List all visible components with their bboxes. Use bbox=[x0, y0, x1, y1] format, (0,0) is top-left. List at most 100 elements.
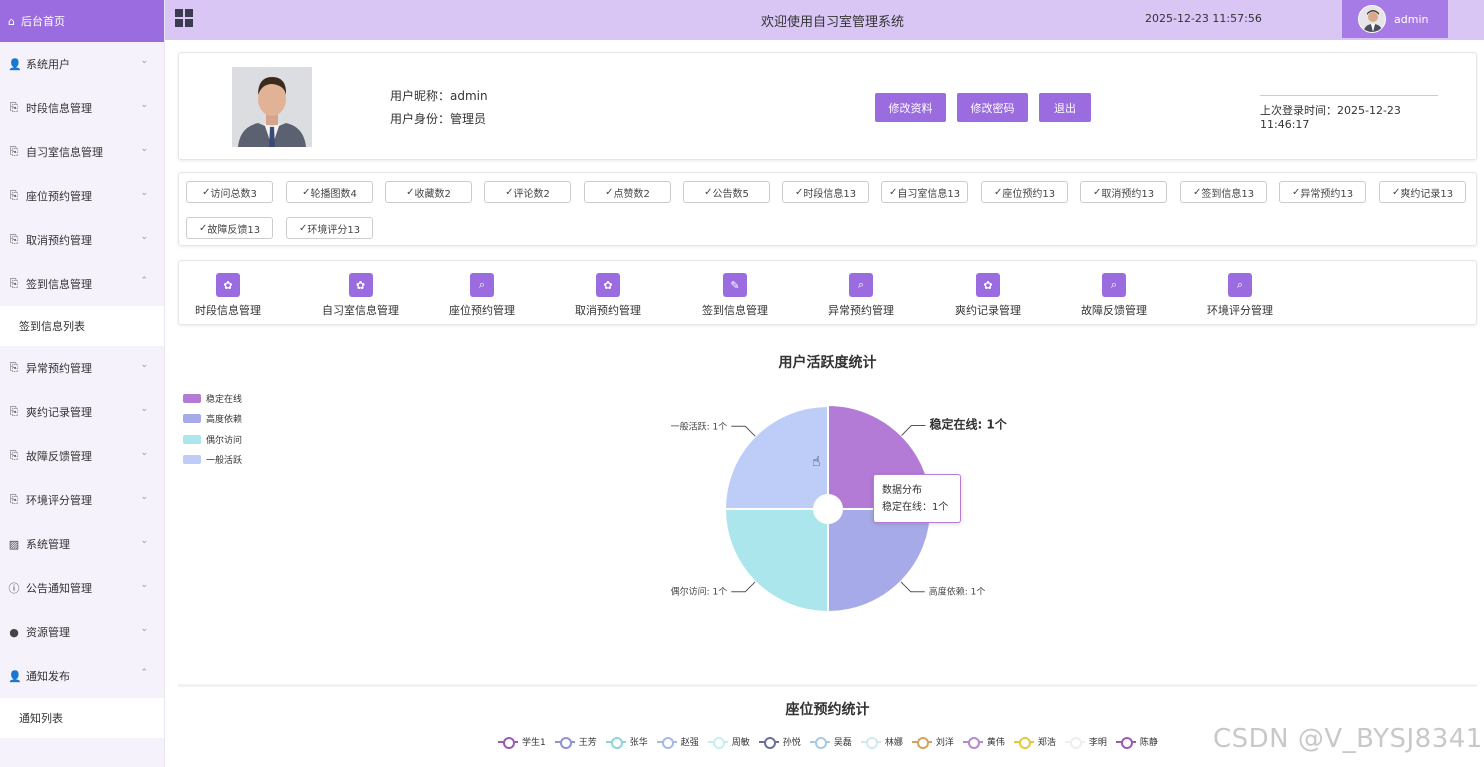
search-icon: ⌕ bbox=[1228, 273, 1252, 297]
search-icon: ⌕ bbox=[849, 273, 873, 297]
sidebar-item-timeslot[interactable]: ⎘ 时段信息管理 ⌄ bbox=[0, 86, 164, 130]
legend-item[interactable]: 黄伟 bbox=[962, 735, 1005, 749]
stat-label: 异常预约13 bbox=[1300, 188, 1354, 200]
stat-tag: ✓ 收藏数2 bbox=[385, 181, 472, 203]
send-icon: ✓ bbox=[1291, 186, 1301, 198]
sidebar-item-label: 故障反馈管理 bbox=[26, 450, 92, 463]
sidebar-item-label: 座位预约管理 bbox=[26, 190, 92, 203]
quick-nav-noshow[interactable]: ✿ 爽约记录管理 bbox=[955, 273, 1021, 318]
legend-item[interactable]: 孙悦 bbox=[758, 735, 801, 749]
search-icon: ⌕ bbox=[470, 273, 494, 297]
change-password-button[interactable]: 修改密码 bbox=[957, 93, 1028, 122]
legend-item[interactable]: 郑浩 bbox=[1013, 735, 1056, 749]
legend-label: 学生1 bbox=[522, 738, 546, 748]
current-time: 2025-12-23 11:57:56 bbox=[1145, 12, 1262, 25]
quick-nav-checkin[interactable]: ✎ 签到信息管理 bbox=[702, 273, 768, 318]
sidebar-item-label: 系统管理 bbox=[26, 538, 70, 551]
legend-label: 周敏 bbox=[731, 738, 750, 748]
sidebar-item-notice[interactable]: ⓘ 公告通知管理 ⌄ bbox=[0, 566, 164, 610]
pie-slice[interactable] bbox=[723, 508, 829, 614]
sidebar-item-label: 异常预约管理 bbox=[26, 362, 92, 375]
quick-nav-label: 异常预约管理 bbox=[828, 304, 894, 317]
sidebar-item-resource[interactable]: ● 资源管理 ⌄ bbox=[0, 610, 164, 654]
chevron-down-icon: ⌄ bbox=[140, 492, 148, 502]
gear-icon: ✿ bbox=[216, 273, 240, 297]
sidebar-item-cancel-reservation[interactable]: ⎘ 取消预约管理 ⌄ bbox=[0, 218, 164, 262]
legend-marker bbox=[758, 736, 779, 749]
legend-item[interactable]: 张华 bbox=[605, 735, 648, 749]
quick-nav-label: 故障反馈管理 bbox=[1081, 304, 1147, 317]
quick-nav-seat-reservation[interactable]: ⌕ 座位预约管理 bbox=[449, 273, 515, 318]
doc-icon: ⎘ bbox=[9, 189, 19, 202]
legend-item[interactable]: 赵强 bbox=[656, 735, 699, 749]
legend-item[interactable]: 学生1 bbox=[498, 735, 546, 749]
tooltip-title: 数据分布 bbox=[882, 485, 922, 496]
sidebar-item-noshow[interactable]: ⎘ 爽约记录管理 ⌄ bbox=[0, 390, 164, 434]
user-nickname: 用户昵称：admin bbox=[390, 89, 488, 103]
legend-item[interactable]: 周敏 bbox=[707, 735, 750, 749]
pie-leader-line bbox=[731, 425, 756, 437]
sidebar-item-label: 环境评分管理 bbox=[26, 494, 92, 507]
sidebar-item-publish[interactable]: 👤 通知发布 ⌃ bbox=[0, 654, 164, 698]
legend-marker bbox=[1115, 736, 1136, 749]
chart-title: 座位预约统计 bbox=[785, 702, 870, 718]
quick-nav-timeslot[interactable]: ✿ 时段信息管理 bbox=[195, 273, 261, 318]
legend-item[interactable]: 刘洋 bbox=[911, 735, 954, 749]
gear-icon: ✿ bbox=[976, 273, 1000, 297]
sidebar-item-env-score[interactable]: ⎘ 环境评分管理 ⌄ bbox=[0, 478, 164, 522]
quick-nav-label: 爽约记录管理 bbox=[955, 304, 1021, 317]
stat-label: 公告数5 bbox=[712, 188, 749, 200]
stat-tag: ✓ 取消预约13 bbox=[1080, 181, 1167, 203]
legend-label: 黄伟 bbox=[986, 738, 1005, 748]
gear-icon: ✿ bbox=[596, 273, 620, 297]
stat-label: 故障反馈13 bbox=[207, 224, 261, 236]
doc-icon: ⎘ bbox=[9, 361, 19, 374]
stat-tag: ✓ 环境评分13 bbox=[286, 217, 373, 239]
chart-tooltip: 数据分布 稳定在线：1个 bbox=[873, 474, 961, 523]
legend-item[interactable]: 吴磊 bbox=[809, 735, 852, 749]
chevron-down-icon: ⌄ bbox=[140, 188, 148, 198]
sidebar-item-label: 签到信息管理 bbox=[26, 278, 92, 291]
quick-nav-env-score[interactable]: ⌕ 环境评分管理 bbox=[1207, 273, 1273, 318]
hand-cursor-icon: ☝ bbox=[812, 454, 821, 470]
legend-label: 郑浩 bbox=[1037, 738, 1056, 748]
sidebar-item-fault[interactable]: ⎘ 故障反馈管理 ⌄ bbox=[0, 434, 164, 478]
edit-profile-button[interactable]: 修改资料 bbox=[875, 93, 946, 122]
menu-grid-icon[interactable] bbox=[175, 9, 193, 27]
legend-item[interactable]: 王芳 bbox=[554, 735, 597, 749]
sidebar-item-system[interactable]: ▨ 系统管理 ⌄ bbox=[0, 522, 164, 566]
sidebar-item-abnormal[interactable]: ⎘ 异常预约管理 ⌄ bbox=[0, 346, 164, 390]
pie-slice-label: 稳定在线: 1个 bbox=[929, 417, 1007, 432]
stat-tag: ✓ 故障反馈13 bbox=[186, 217, 273, 239]
stat-label: 取消预约13 bbox=[1101, 188, 1155, 200]
quick-nav-cancel[interactable]: ✿ 取消预约管理 bbox=[575, 273, 641, 318]
stat-tag: ✓ 爽约记录13 bbox=[1379, 181, 1466, 203]
doc-icon: ⎘ bbox=[9, 233, 19, 246]
quick-nav-fault[interactable]: ⌕ 故障反馈管理 bbox=[1081, 273, 1147, 318]
quick-nav-abnormal[interactable]: ⌕ 异常预约管理 bbox=[828, 273, 894, 318]
sidebar-item-label: 取消预约管理 bbox=[26, 234, 92, 247]
logout-button[interactable]: 退出 bbox=[1039, 93, 1091, 122]
legend-item[interactable]: 陈静 bbox=[1115, 735, 1158, 749]
quick-nav-studyroom[interactable]: ✿ 自习室信息管理 bbox=[322, 273, 399, 318]
legend-marker bbox=[605, 736, 626, 749]
sidebar-subitem-notice-list[interactable]: 通知列表 bbox=[0, 698, 164, 738]
user-menu[interactable]: admin bbox=[1342, 0, 1448, 38]
legend-item[interactable]: 林娜 bbox=[860, 735, 903, 749]
stat-label: 爽约记录13 bbox=[1400, 188, 1454, 200]
stat-label: 时段信息13 bbox=[803, 188, 857, 200]
sidebar-item-checkin[interactable]: ⎘ 签到信息管理 ⌃ bbox=[0, 262, 164, 306]
sidebar-item-home[interactable]: ⌂ 后台首页 bbox=[0, 0, 164, 42]
sidebar-item-studyroom[interactable]: ⎘ 自习室信息管理 ⌄ bbox=[0, 130, 164, 174]
legend-marker bbox=[656, 736, 677, 749]
pie-leader-line bbox=[731, 581, 756, 593]
doc-icon: ⎘ bbox=[9, 493, 19, 506]
sidebar-item-system-users[interactable]: 👤 系统用户 ⌄ bbox=[0, 42, 164, 86]
stat-tag: ✓ 点赞数2 bbox=[584, 181, 671, 203]
legend-item[interactable]: 李明 bbox=[1064, 735, 1107, 749]
sidebar-subitem-checkin-list[interactable]: 签到信息列表 bbox=[0, 306, 164, 346]
send-icon: ✓ bbox=[605, 186, 614, 198]
pie-slice[interactable] bbox=[827, 508, 933, 614]
sidebar-item-seat-reservation[interactable]: ⎘ 座位预约管理 ⌄ bbox=[0, 174, 164, 218]
quick-nav-label: 取消预约管理 bbox=[575, 304, 641, 317]
